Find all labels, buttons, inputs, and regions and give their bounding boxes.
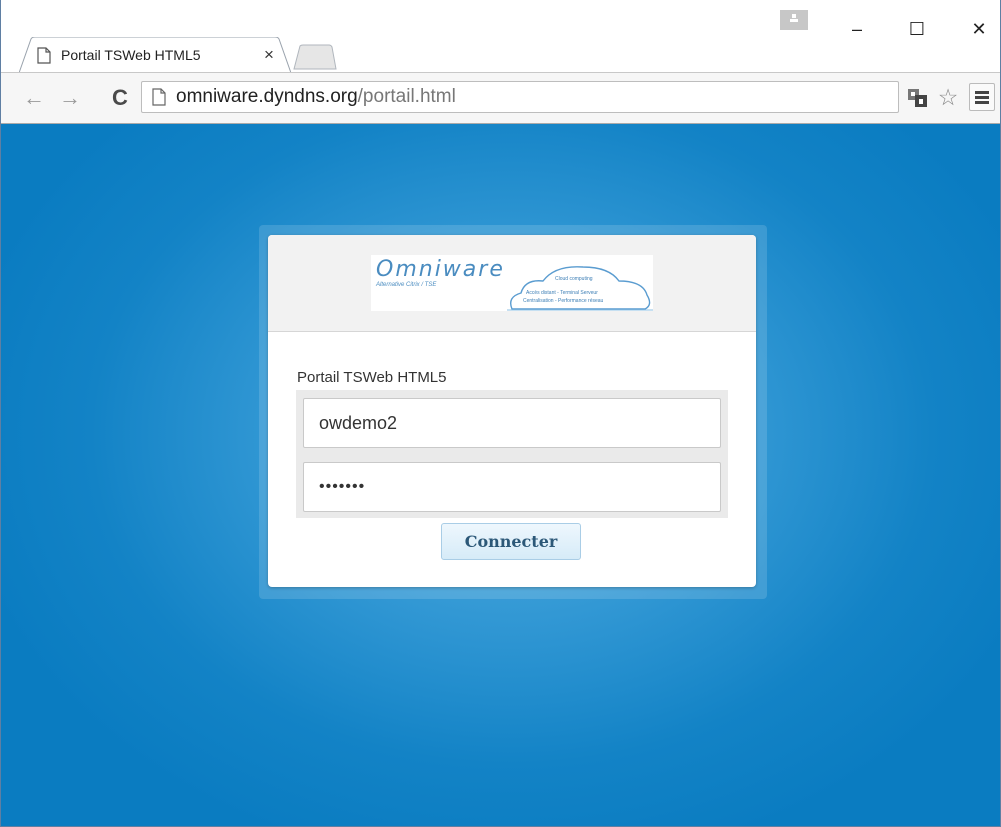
maximize-button[interactable]: ☐: [897, 14, 937, 44]
url-host: omniware.dyndns.org: [176, 86, 358, 107]
reload-icon[interactable]: C: [107, 85, 133, 111]
back-icon[interactable]: ←: [21, 85, 47, 111]
page-icon: [37, 47, 51, 64]
page-viewport: Omniware Alternative Citrix / TSE Cloud …: [1, 124, 1000, 826]
close-icon[interactable]: ×: [259, 45, 279, 65]
logo-cloud-title: Cloud computing: [555, 276, 593, 282]
menu-bar: [975, 96, 989, 99]
menu-bar: [975, 91, 989, 94]
url-text: omniware.dyndns.org/portail.html: [176, 86, 456, 108]
forward-icon[interactable]: →: [57, 85, 83, 111]
browser-tab[interactable]: Portail TSWeb HTML5 ×: [19, 37, 291, 73]
tab-title: Portail TSWeb HTML5: [61, 47, 201, 63]
menu-bar: [975, 101, 989, 104]
logo-cloud-line1: Accès distant - Terminal Serveur: [526, 290, 598, 296]
url-path: /portail.html: [357, 86, 456, 107]
page-icon: [152, 88, 166, 106]
menu-icon[interactable]: [969, 83, 995, 111]
browser-window: Portail TSWeb HTML5 × – ☐ ✕ ← → C omniwa…: [0, 0, 1001, 827]
username-input[interactable]: owdemo2: [303, 398, 721, 448]
browser-toolbar: ← → C omniware.dyndns.org/portail.html ☆: [1, 72, 1000, 124]
profile-icon[interactable]: [780, 10, 808, 30]
logo-cloud-line2: Centralisation - Performance réseau: [523, 298, 604, 304]
card-header: Omniware Alternative Citrix / TSE Cloud …: [268, 235, 756, 332]
minimize-button[interactable]: –: [837, 14, 877, 44]
omniware-logo: Omniware Alternative Citrix / TSE Cloud …: [371, 255, 653, 311]
logo-tagline: Alternative Citrix / TSE: [376, 282, 437, 288]
new-tab-button[interactable]: [293, 44, 337, 70]
tab-strip: Portail TSWeb HTML5 × – ☐ ✕: [1, 0, 1000, 73]
password-input[interactable]: •••••••: [303, 462, 721, 512]
login-card: Omniware Alternative Citrix / TSE Cloud …: [268, 235, 756, 587]
translate-icon[interactable]: [907, 88, 929, 108]
star-icon[interactable]: ☆: [935, 84, 961, 110]
credentials-group: owdemo2 •••••••: [296, 390, 728, 518]
connect-button[interactable]: Connecter: [441, 523, 581, 560]
address-bar[interactable]: omniware.dyndns.org/portail.html: [141, 81, 899, 113]
logo-name: Omniware: [376, 257, 505, 282]
close-window-button[interactable]: ✕: [959, 14, 999, 44]
portal-title: Portail TSWeb HTML5: [297, 369, 447, 386]
person-icon: [790, 14, 798, 22]
